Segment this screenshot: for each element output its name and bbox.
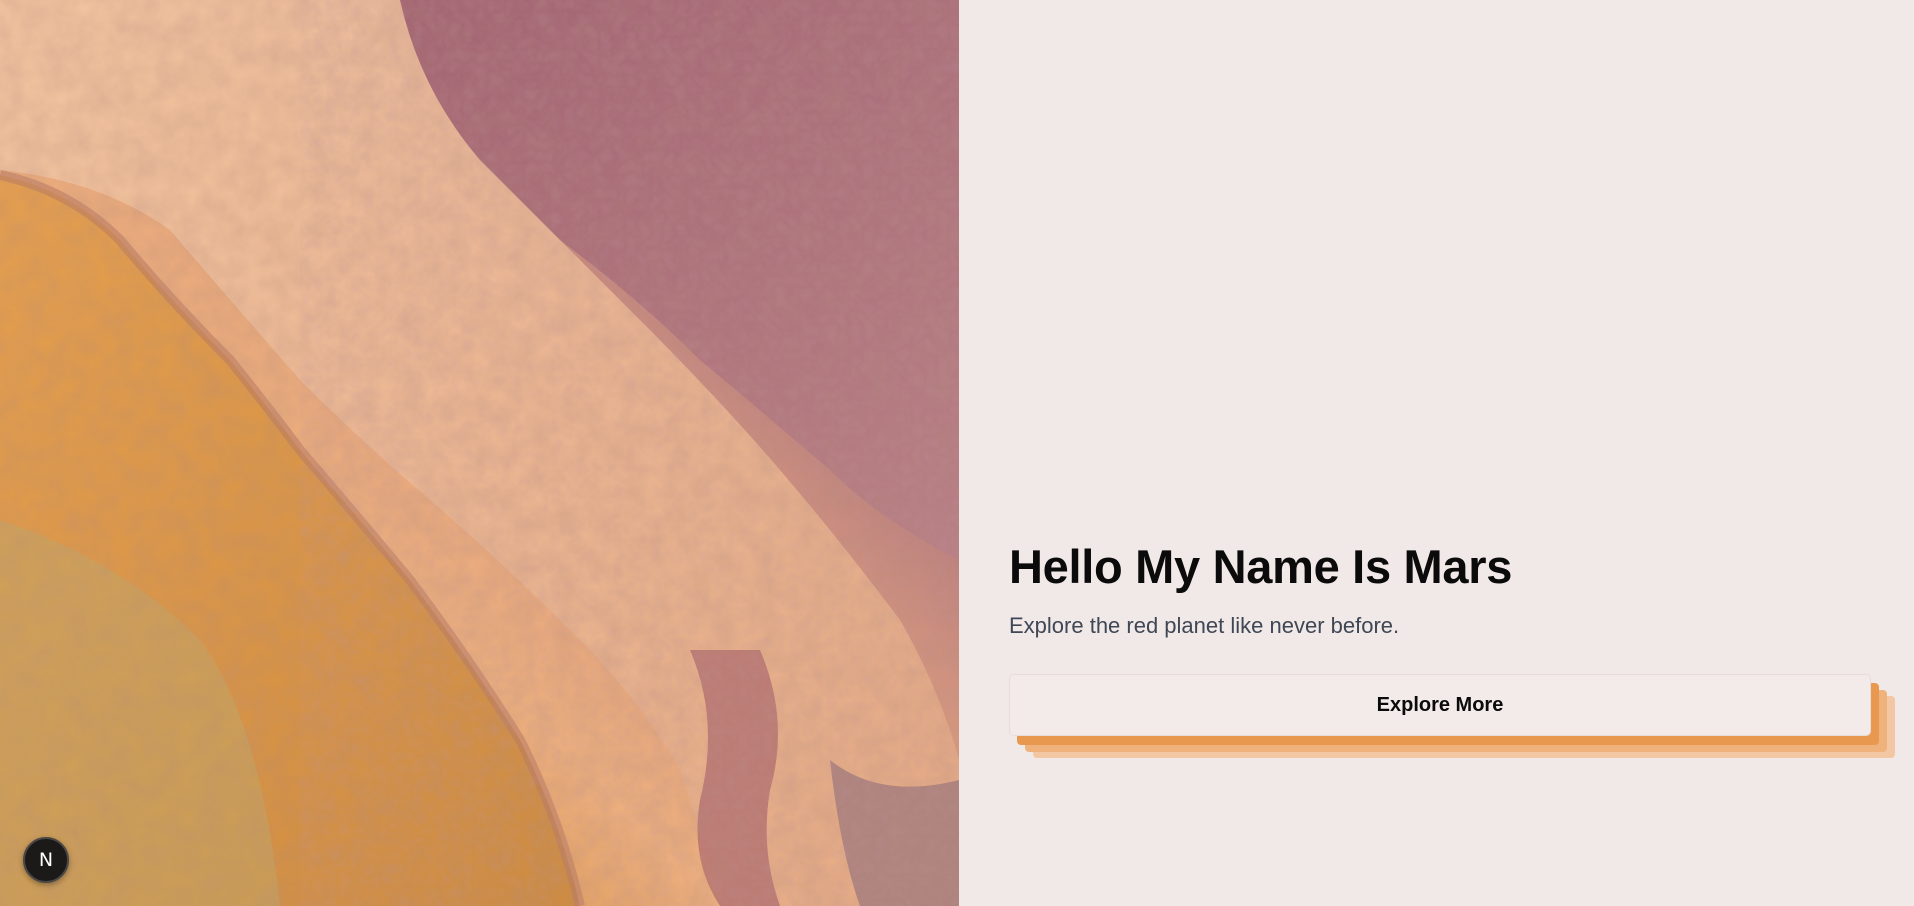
nextjs-logo-icon[interactable]: N <box>23 837 69 883</box>
hero-text-block: Hello My Name Is Mars Explore the red pl… <box>1009 536 1895 758</box>
mars-terrain-image <box>0 0 959 906</box>
page-subtitle: Explore the red planet like never before… <box>1009 613 1400 638</box>
page-title: Hello My Name Is Mars <box>1009 540 1513 593</box>
explore-more-button[interactable]: Explore More <box>1009 674 1871 736</box>
hero-content: Hello My Name Is Mars Explore the red pl… <box>959 0 1914 906</box>
cta-container: Explore More <box>1009 674 1895 758</box>
page: Hello My Name Is Mars Explore the red pl… <box>0 0 1914 906</box>
